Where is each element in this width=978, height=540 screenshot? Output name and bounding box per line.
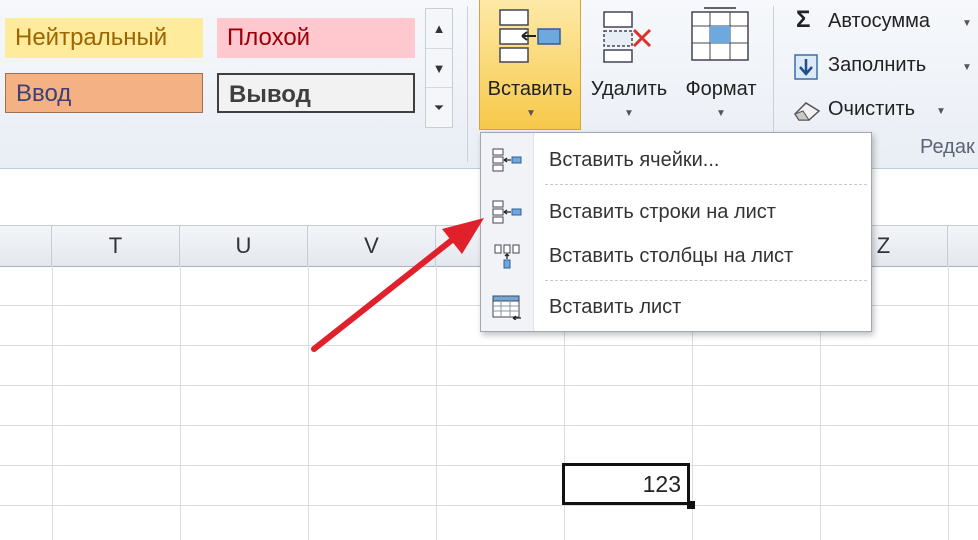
column-header-v[interactable]: V bbox=[308, 226, 436, 266]
gallery-scroll-up-button[interactable]: ▲ bbox=[426, 9, 452, 48]
column-header-blank bbox=[0, 226, 52, 266]
row-gridline bbox=[0, 385, 978, 386]
cell-style-bad[interactable]: Плохой bbox=[217, 18, 415, 58]
format-button[interactable]: Формат ▼ bbox=[676, 0, 766, 130]
chevron-down-icon: ▼ bbox=[624, 108, 634, 119]
cell-style-input[interactable]: Ввод bbox=[5, 73, 203, 113]
insert-button-label: Вставить bbox=[487, 78, 573, 100]
insert-cells-large-icon bbox=[499, 9, 561, 63]
format-button-label: Формат bbox=[685, 78, 757, 100]
column-gridline bbox=[52, 266, 53, 540]
gallery-scroll-down-button[interactable]: ▼ bbox=[426, 48, 452, 88]
chevron-down-icon: ▼ bbox=[962, 18, 972, 29]
menu-item-insert-columns[interactable]: Вставить столбцы на лист bbox=[481, 234, 871, 278]
clear-label: Очистить bbox=[828, 98, 916, 120]
menu-item-insert-sheet[interactable]: Вставить лист bbox=[481, 285, 871, 329]
chevron-down-icon: ▼ bbox=[526, 108, 536, 119]
menu-item-label: Вставить столбцы на лист bbox=[549, 245, 794, 267]
menu-separator bbox=[545, 280, 867, 281]
column-gridline bbox=[180, 266, 181, 540]
cell-style-neutral[interactable]: Нейтральный bbox=[5, 18, 203, 58]
clear-button[interactable]: Очистить ▼ bbox=[790, 92, 978, 132]
autosum-label: Автосумма bbox=[828, 10, 930, 32]
fill-down-icon bbox=[794, 54, 818, 80]
delete-cells-icon bbox=[603, 11, 652, 63]
column-gridline bbox=[948, 266, 949, 540]
column-gridline bbox=[436, 266, 437, 540]
menu-item-label: Вставить лист bbox=[549, 296, 682, 318]
menu-item-insert-rows[interactable]: Вставить строки на лист bbox=[481, 190, 871, 234]
menu-item-label: Вставить ячейки... bbox=[549, 149, 720, 171]
insert-sheet-icon bbox=[492, 295, 521, 320]
cell-style-output[interactable]: Вывод bbox=[217, 73, 415, 113]
delete-button[interactable]: Удалить ▼ bbox=[584, 0, 674, 130]
menu-item-label: Вставить строки на лист bbox=[549, 201, 776, 223]
eraser-icon bbox=[794, 102, 821, 121]
chevron-down-icon: ▼ bbox=[936, 106, 946, 117]
fill-button[interactable]: Заполнить ▼ bbox=[790, 48, 978, 88]
chevron-down-icon: ▼ bbox=[962, 62, 972, 73]
editing-group-label: Редак bbox=[920, 136, 975, 158]
column-header-aa[interactable] bbox=[948, 226, 978, 266]
format-cells-icon bbox=[691, 7, 749, 61]
row-gridline bbox=[0, 505, 978, 506]
fill-handle[interactable] bbox=[687, 501, 695, 509]
insert-button[interactable]: Вставить ▼ bbox=[479, 0, 581, 130]
styles-gallery-scroller: ▲ ▼ ⏷ bbox=[425, 8, 453, 128]
column-gridline bbox=[308, 266, 309, 540]
menu-separator bbox=[545, 184, 867, 185]
chevron-down-icon: ▼ bbox=[716, 108, 726, 119]
insert-rows-icon bbox=[492, 200, 522, 224]
delete-button-label: Удалить bbox=[590, 78, 668, 100]
insert-cells-icon bbox=[492, 148, 522, 172]
ribbon-separator bbox=[467, 6, 468, 162]
insert-columns-icon bbox=[494, 244, 520, 269]
active-cell[interactable]: 123 bbox=[562, 463, 690, 505]
sigma-icon: Σ bbox=[796, 6, 811, 33]
insert-dropdown-menu: Вставить ячейки... Вставить строки на ли… bbox=[480, 132, 872, 332]
gallery-more-button[interactable]: ⏷ bbox=[426, 87, 452, 127]
column-header-u[interactable]: U bbox=[180, 226, 308, 266]
autosum-button[interactable]: Σ Автосумма ▼ bbox=[790, 4, 978, 44]
menu-item-insert-cells[interactable]: Вставить ячейки... bbox=[481, 138, 871, 182]
row-gridline bbox=[0, 345, 978, 346]
row-gridline bbox=[0, 465, 978, 466]
fill-label: Заполнить bbox=[828, 54, 927, 76]
column-header-t[interactable]: T bbox=[52, 226, 180, 266]
row-gridline bbox=[0, 425, 978, 426]
